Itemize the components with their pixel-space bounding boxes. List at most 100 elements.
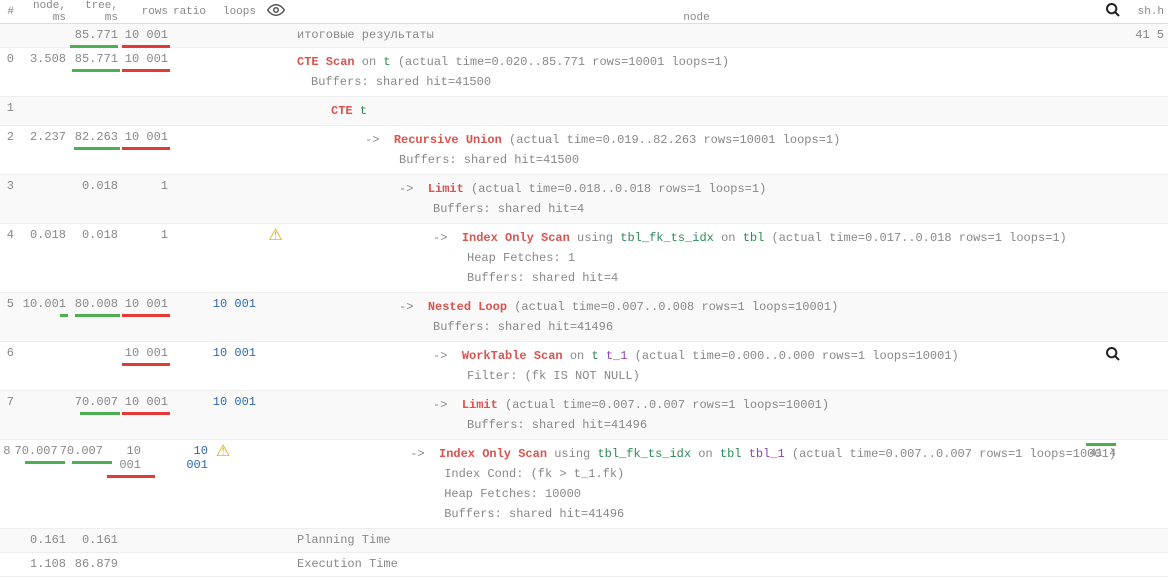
row-idx: 2 — [0, 130, 18, 144]
plan-detail: Heap Fetches: 1 — [297, 248, 1100, 268]
op-name: CTE Scan — [297, 55, 355, 69]
timing-node: 0.161 — [18, 533, 68, 547]
row-idx: 7 — [0, 395, 18, 409]
row-plan: -> Nested Loop (actual time=0.007..0.008… — [293, 297, 1100, 337]
row-search[interactable] — [1100, 346, 1126, 366]
op-name: Index Only Scan — [439, 447, 547, 461]
row-node-ms: 3.508 — [18, 52, 68, 66]
row-tree-ms: 80.008 — [68, 297, 120, 311]
timing-tree: 0.161 — [68, 533, 120, 547]
hdr-tree[interactable]: tree, ms — [68, 0, 120, 24]
row-idx: 4 — [0, 228, 18, 242]
row-rows: 1 — [120, 179, 170, 193]
row-node-ms: 10.001 — [18, 297, 68, 311]
visibility-icon[interactable] — [258, 1, 293, 23]
hdr-idx: # — [0, 6, 18, 18]
op-name: Nested Loop — [428, 300, 507, 314]
hdr-loops[interactable]: loops — [208, 6, 258, 18]
plan-row[interactable]: 03.50885.77110 001 CTE Scan on t (actual … — [0, 48, 1168, 97]
row-loops: 10 001 — [208, 395, 258, 409]
summary-row: 85.771 10 001 итоговые результаты 41 5 — [0, 24, 1168, 48]
row-idx: 6 — [0, 346, 18, 360]
plan-detail: Buffers: shared hit=4 — [297, 199, 1100, 219]
row-tree-ms: 0.018 — [68, 179, 120, 193]
plan-row[interactable]: 510.00180.00810 00110 001-> Nested Loop … — [0, 293, 1168, 342]
table-header: # node, ms tree, ms rows ratio loops nod… — [0, 0, 1168, 24]
timing-row: 0.1610.161 Planning Time — [0, 529, 1168, 553]
plan-detail: Index Cond: (fk > t_1.fk) — [240, 464, 1116, 484]
plan-detail: Filter: (fk IS NOT NULL) — [297, 366, 1100, 386]
op-name: Recursive Union — [394, 133, 502, 147]
row-plan: CTE Scan on t (actual time=0.020..85.771… — [293, 52, 1100, 92]
row-tree-ms: 82.263 — [68, 130, 120, 144]
plan-detail: Buffers: shared hit=41496 — [297, 317, 1100, 337]
plan-row[interactable]: 22.23782.26310 001 -> Recursive Union (ac… — [0, 126, 1168, 175]
warning-icon[interactable]: ⚠ — [268, 228, 282, 244]
row-warn: ⚠ — [258, 228, 293, 244]
summary-right: 41 5 — [1126, 28, 1168, 42]
row-rows: 10 001 — [120, 346, 170, 360]
timing-tree: 86.879 — [68, 557, 120, 571]
row-node-ms: 70.007 — [15, 444, 60, 458]
op-name: WorkTable Scan — [462, 349, 563, 363]
row-rows: 10 001 — [120, 297, 170, 311]
op-name: Index Only Scan — [462, 231, 570, 245]
row-warn: ⚠ — [210, 444, 236, 460]
plan-row[interactable]: 770.00710 00110 001-> Limit (actual time… — [0, 391, 1168, 440]
row-rows: 1 — [120, 228, 170, 242]
search-icon[interactable] — [1100, 2, 1126, 22]
row-tree-ms: 70.007 — [68, 395, 120, 409]
summary-label: итоговые результаты — [297, 28, 434, 42]
plan-detail: Heap Fetches: 10000 — [240, 484, 1116, 504]
timing-label: Planning Time — [297, 533, 391, 547]
hdr-node[interactable]: node, ms — [18, 0, 68, 24]
plan-row[interactable]: 3 0.0181 -> Limit (actual time=0.018..0.01… — [0, 175, 1168, 224]
row-tree-ms: 70.007 — [60, 444, 105, 458]
plan-detail: Buffers: shared hit=41496 — [240, 504, 1116, 524]
row-node-ms: 2.237 — [18, 130, 68, 144]
plan-row[interactable]: 870.00770.00710 00110 001⚠-> Index Only … — [0, 440, 1168, 529]
row-loops: 10 001 — [208, 346, 258, 360]
plan-detail: Buffers: shared hit=41500 — [297, 72, 1100, 92]
row-rows: 10 001 — [120, 52, 170, 66]
row-loops: 10 001 — [208, 297, 258, 311]
row-tree-ms: 0.018 — [68, 228, 120, 242]
row-rows: 10 001 — [120, 130, 170, 144]
hdr-plan-label: node — [683, 12, 709, 24]
row-search-icon[interactable] — [1105, 352, 1121, 366]
row-idx: 3 — [0, 179, 18, 193]
timing-row: 1.10886.879 Execution Time — [0, 553, 1168, 577]
timing-node: 1.108 — [18, 557, 68, 571]
row-idx: 5 — [0, 297, 18, 311]
row-plan: -> Index Only Scan using tbl_fk_ts_idx o… — [236, 444, 1116, 524]
row-node-ms: 0.018 — [18, 228, 68, 242]
summary-rows: 10 001 — [120, 28, 170, 42]
row-idx: 1 — [0, 101, 18, 115]
row-plan: -> WorkTable Scan on t t_1 (actual time=… — [293, 346, 1100, 386]
plan-row[interactable]: 40.0180.0181⚠-> Index Only Scan using tb… — [0, 224, 1168, 293]
timing-label: Execution Time — [297, 557, 398, 571]
plan-row[interactable]: 1CTE t — [0, 97, 1168, 126]
row-idx: 8 — [0, 444, 15, 458]
op-name: Limit — [428, 182, 464, 196]
op-name: Limit — [462, 398, 498, 412]
hdr-ratio[interactable]: ratio — [170, 6, 208, 18]
op-name: CTE — [331, 104, 360, 118]
plan-row[interactable]: 6 10 001 10 001 -> WorkTable Scan on t t_1 … — [0, 342, 1168, 391]
row-plan: -> Recursive Union (actual time=0.019..8… — [293, 130, 1100, 170]
plan-detail: Buffers: shared hit=41496 — [297, 415, 1100, 435]
plan-detail: Buffers: shared hit=41500 — [297, 150, 1100, 170]
hdr-rows[interactable]: rows — [120, 6, 170, 18]
row-tree-ms: 85.771 — [68, 52, 120, 66]
hdr-right-tab[interactable]: sh.h — [1126, 6, 1168, 18]
row-rows: 10 001 — [120, 395, 170, 409]
row-plan: -> Index Only Scan using tbl_fk_ts_idx o… — [293, 228, 1100, 288]
row-rows: 10 001 — [105, 444, 143, 472]
row-plan: -> Limit (actual time=0.007..0.007 rows=… — [293, 395, 1100, 435]
warning-icon[interactable]: ⚠ — [216, 444, 230, 460]
row-plan: -> Limit (actual time=0.018..0.018 rows=… — [293, 179, 1100, 219]
row-right-metric: 41 4 — [1090, 448, 1116, 460]
row-loops: 10 001 — [172, 444, 210, 472]
row-idx: 0 — [0, 52, 18, 66]
plan-detail: Buffers: shared hit=4 — [297, 268, 1100, 288]
